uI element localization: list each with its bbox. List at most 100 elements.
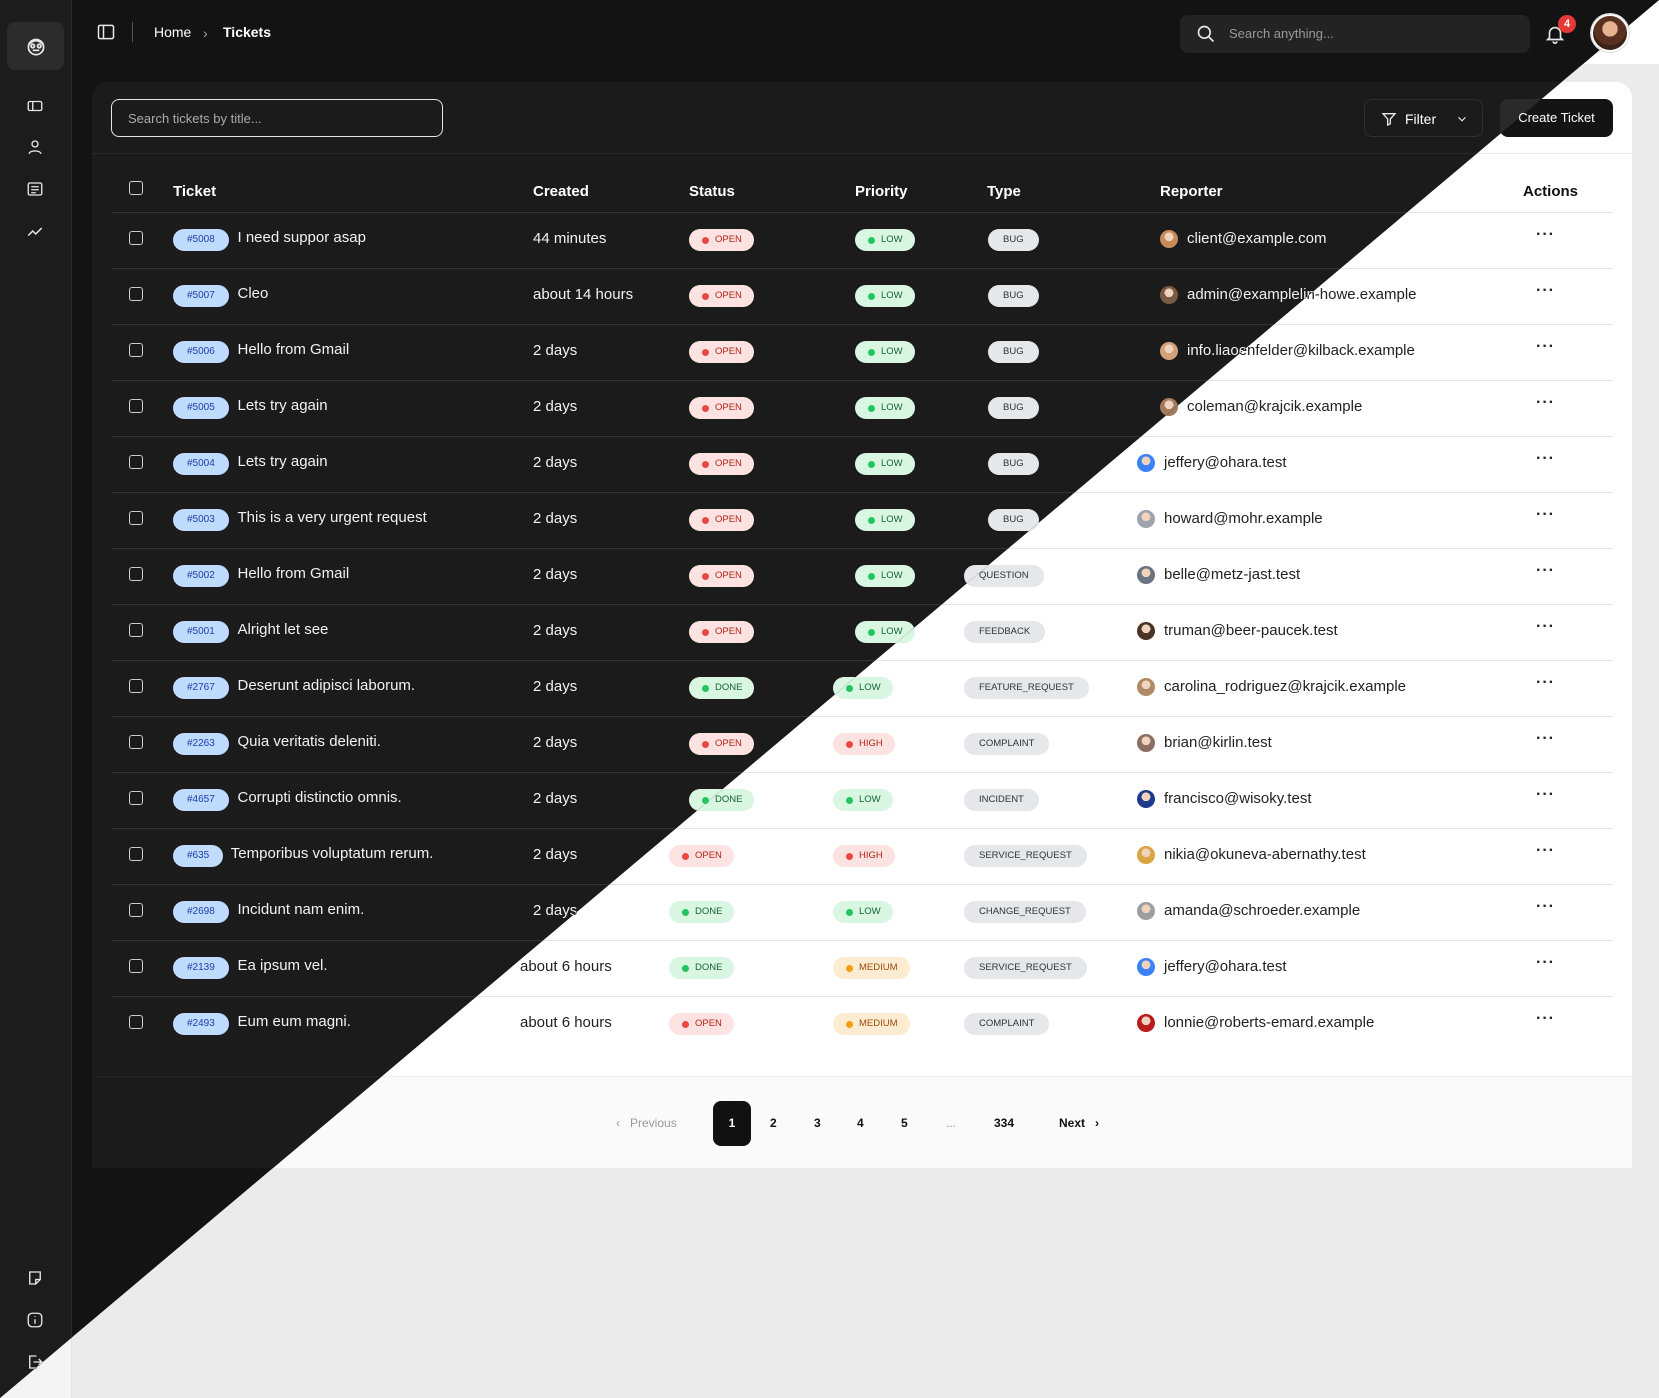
logo-button[interactable] xyxy=(7,22,64,70)
list-icon xyxy=(27,182,43,196)
sidebar-item-analytics[interactable] xyxy=(24,220,46,242)
row-actions-button[interactable]: ··· xyxy=(1536,1010,1555,1028)
pagination-next[interactable]: Next › xyxy=(1059,1116,1099,1130)
ticket-title[interactable]: Eum eum magni. xyxy=(238,1013,351,1030)
pagination-page-5[interactable]: 5 xyxy=(901,1116,908,1130)
pagination-page-last[interactable]: 334 xyxy=(994,1116,1014,1130)
ticket-title[interactable]: I need suppor asap xyxy=(238,229,366,246)
pagination-page-1[interactable]: 1 xyxy=(713,1101,751,1146)
row-actions-button[interactable]: ··· xyxy=(1536,618,1555,636)
ticket-created: 2 days xyxy=(533,902,578,919)
ticket-id-badge[interactable]: #5005 xyxy=(173,397,229,419)
ticket-title[interactable]: Hello from Gmail xyxy=(238,341,350,358)
pagination-previous[interactable]: ‹ Previous xyxy=(616,1116,677,1130)
global-search-input[interactable]: Search anything... xyxy=(1180,15,1530,53)
status-badge: OPEN xyxy=(689,509,754,531)
ticket-title[interactable]: Incidunt nam enim. xyxy=(238,901,365,918)
ticket-title[interactable]: Quia veritatis deleniti. xyxy=(238,733,381,750)
row-actions-button[interactable]: ··· xyxy=(1536,730,1555,748)
row-actions-button[interactable]: ··· xyxy=(1536,226,1555,244)
row-actions-button[interactable]: ··· xyxy=(1536,394,1555,412)
row-checkbox[interactable] xyxy=(129,287,143,301)
row-checkbox[interactable] xyxy=(129,567,143,581)
ticket-id-badge[interactable]: #4657 xyxy=(173,789,229,811)
row-actions-button[interactable]: ··· xyxy=(1536,506,1555,524)
info-icon xyxy=(27,1312,43,1328)
column-header-priority[interactable]: Priority xyxy=(855,183,908,200)
ticket-id-badge[interactable]: #2139 xyxy=(173,957,229,979)
sidebar-toggle-icon[interactable] xyxy=(96,22,116,42)
ticket-id-badge[interactable]: #5004 xyxy=(173,453,229,475)
ticket-id-badge[interactable]: #5008 xyxy=(173,229,229,251)
column-header-type[interactable]: Type xyxy=(987,183,1021,200)
status-badge: OPEN xyxy=(689,285,754,307)
row-actions-button[interactable]: ··· xyxy=(1536,786,1555,804)
ticket-created: 2 days xyxy=(533,790,578,807)
column-header-created[interactable]: Created xyxy=(533,183,589,200)
row-checkbox[interactable] xyxy=(129,903,143,917)
sidebar-item-users[interactable] xyxy=(24,136,46,158)
row-checkbox[interactable] xyxy=(129,511,143,525)
type-badge: BUG xyxy=(988,397,1039,419)
ticket-id-badge[interactable]: #635 xyxy=(173,845,224,867)
ticket-id-badge[interactable]: #2493 xyxy=(173,1013,229,1035)
ticket-id-badge[interactable]: #5002 xyxy=(173,565,229,587)
sidebar-item-notes[interactable] xyxy=(24,1267,46,1289)
breadcrumb-home[interactable]: Home xyxy=(154,24,191,40)
reporter-avatar xyxy=(1137,734,1155,752)
ticket-title[interactable]: Temporibus voluptatum rerum. xyxy=(231,845,434,862)
ticket-id-badge[interactable]: #5007 xyxy=(173,285,229,307)
reporter-email: truman@beer-paucek.test xyxy=(1164,622,1338,639)
row-actions-button[interactable]: ··· xyxy=(1536,954,1555,972)
ticket-title[interactable]: Deserunt adipisci laborum. xyxy=(238,677,416,694)
row-checkbox[interactable] xyxy=(129,679,143,693)
row-checkbox[interactable] xyxy=(129,399,143,413)
pagination-page-2[interactable]: 2 xyxy=(770,1116,777,1130)
ticket-title[interactable]: Ea ipsum vel. xyxy=(238,957,328,974)
ticket-title[interactable]: Hello from Gmail xyxy=(238,565,350,582)
select-all-checkbox[interactable] xyxy=(129,181,143,195)
ticket-title[interactable]: Alright let see xyxy=(238,621,329,638)
row-actions-button[interactable]: ··· xyxy=(1536,282,1555,300)
ticket-search-input[interactable]: Search tickets by title... xyxy=(111,99,443,137)
row-checkbox[interactable] xyxy=(129,231,143,245)
ticket-title[interactable]: Lets try again xyxy=(238,453,328,470)
row-checkbox[interactable] xyxy=(129,623,143,637)
ticket-created: 2 days xyxy=(533,398,578,415)
column-header-ticket[interactable]: Ticket xyxy=(173,183,216,200)
row-actions-button[interactable]: ··· xyxy=(1536,842,1555,860)
ticket-title[interactable]: Lets try again xyxy=(238,397,328,414)
pagination-page-3[interactable]: 3 xyxy=(814,1116,821,1130)
ticket-id-badge[interactable]: #5001 xyxy=(173,621,229,643)
row-actions-button[interactable]: ··· xyxy=(1536,562,1555,580)
ticket-title[interactable]: Cleo xyxy=(238,285,269,302)
sidebar-item-info[interactable] xyxy=(24,1309,46,1331)
ticket-id-badge[interactable]: #5006 xyxy=(173,341,229,363)
row-checkbox[interactable] xyxy=(129,791,143,805)
column-header-status[interactable]: Status xyxy=(689,183,735,200)
row-actions-button[interactable]: ··· xyxy=(1536,450,1555,468)
row-checkbox[interactable] xyxy=(129,343,143,357)
priority-badge: LOW xyxy=(855,565,915,587)
pagination-page-4[interactable]: 4 xyxy=(857,1116,864,1130)
ticket-title[interactable]: Corrupti distinctio omnis. xyxy=(238,789,402,806)
reporter-email: amanda@schroeder.example xyxy=(1164,902,1361,919)
ticket-id-badge[interactable]: #2698 xyxy=(173,901,229,923)
type-badge: BUG xyxy=(988,453,1039,475)
ticket-id-badge[interactable]: #2767 xyxy=(173,677,229,699)
row-actions-button[interactable]: ··· xyxy=(1536,898,1555,916)
column-header-reporter[interactable]: Reporter xyxy=(1160,183,1223,200)
row-checkbox[interactable] xyxy=(129,847,143,861)
filter-button[interactable]: Filter xyxy=(1364,99,1483,137)
sidebar-item-articles[interactable] xyxy=(24,178,46,200)
row-checkbox[interactable] xyxy=(129,959,143,973)
row-checkbox[interactable] xyxy=(129,1015,143,1029)
row-checkbox[interactable] xyxy=(129,455,143,469)
sidebar-item-tickets[interactable] xyxy=(24,95,46,117)
row-checkbox[interactable] xyxy=(129,735,143,749)
row-actions-button[interactable]: ··· xyxy=(1536,338,1555,356)
ticket-title[interactable]: This is a very urgent request xyxy=(238,509,427,526)
ticket-id-badge[interactable]: #2263 xyxy=(173,733,229,755)
ticket-id-badge[interactable]: #5003 xyxy=(173,509,229,531)
row-actions-button[interactable]: ··· xyxy=(1536,674,1555,692)
